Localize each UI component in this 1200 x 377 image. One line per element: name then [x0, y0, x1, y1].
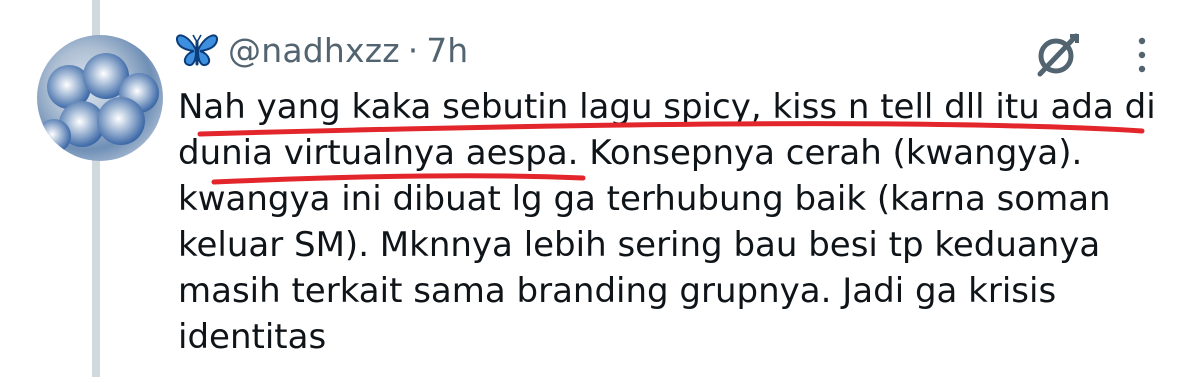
- tweet-header: @nadhxzz · 7h: [174, 28, 468, 72]
- avatar[interactable]: [37, 35, 163, 161]
- tweet-text-line: dunia virtualnya aespa. Konsepnya cerah …: [178, 133, 1083, 173]
- grok-icon[interactable]: [1032, 30, 1082, 80]
- avatar-flower: [97, 97, 145, 145]
- avatar-flower: [37, 119, 71, 153]
- butterfly-icon: [176, 34, 218, 67]
- tweet-text-line: Nah yang kaka sebutin lagu spicy, kiss n…: [178, 87, 1156, 127]
- tweet-text: Nah yang kaka sebutin lagu spicy, kiss n…: [178, 84, 1168, 360]
- author-handle[interactable]: @nadhxzz: [228, 31, 400, 70]
- tweet-text-line: identitas: [178, 317, 327, 357]
- tweet-text-line: masih terkait sama branding grupnya. Jad…: [178, 271, 1057, 311]
- more-options-icon[interactable]: [1132, 35, 1152, 75]
- separator-dot: ·: [407, 30, 419, 70]
- tweet-time[interactable]: 7h: [426, 31, 468, 70]
- tweet-text-line: kwangya ini dibuat lg ga terhubung baik …: [178, 179, 1111, 219]
- tweet-text-line: keluar SM). Mknnya lebih sering bau besi…: [178, 225, 1101, 265]
